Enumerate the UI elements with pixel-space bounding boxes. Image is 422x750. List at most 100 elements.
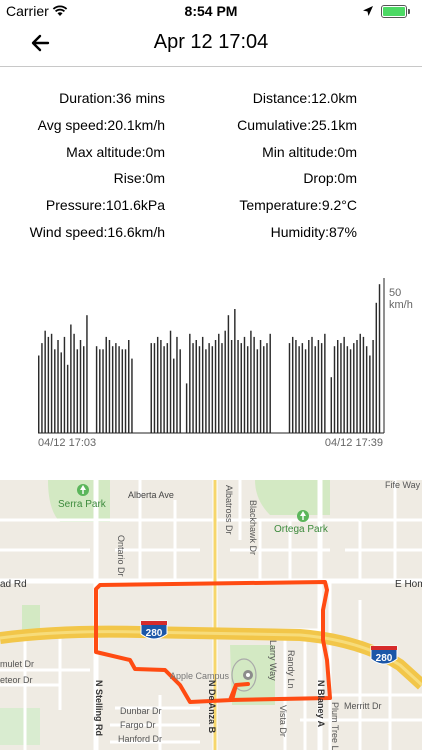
speed-bar	[179, 349, 181, 433]
speed-bar	[150, 343, 152, 433]
speed-bar	[95, 346, 98, 433]
speed-bar	[221, 343, 223, 433]
speed-bar	[365, 346, 368, 433]
speed-bar	[173, 358, 175, 433]
speed-bar	[124, 349, 127, 433]
speed-bar	[356, 340, 358, 433]
speed-bar	[54, 349, 56, 433]
ad-rd-label: ad Rd	[0, 579, 27, 590]
speed-bar	[259, 340, 262, 433]
fife-way-label: Fife Way	[385, 480, 421, 490]
shield-280-label-2: 280	[376, 653, 393, 664]
ortega-park-pin-icon	[297, 510, 309, 522]
speed-bar	[243, 336, 246, 433]
speed-bar	[185, 383, 188, 433]
speed-bar	[102, 349, 104, 433]
stat-temperature: Temperature:9.2°C	[239, 197, 357, 213]
speed-bar	[163, 346, 165, 433]
speed-bar	[66, 364, 69, 433]
speed-bar	[304, 349, 307, 433]
speed-bar	[295, 340, 297, 433]
speed-bar	[320, 343, 323, 433]
speed-bar	[63, 336, 66, 433]
eteor-dr-label: eteor Dr	[0, 675, 33, 685]
status-bar: Carrier 8:54 PM	[0, 0, 422, 22]
speed-bar	[211, 346, 214, 433]
speed-bar	[291, 336, 294, 433]
speed-bar	[86, 315, 88, 433]
fargo-dr-label: Fargo Dr	[120, 720, 156, 730]
stat-drop: Drop:0m	[303, 170, 357, 186]
speed-bar	[333, 346, 336, 433]
navigation-bar: Apr 12 17:04	[0, 22, 422, 67]
alberta-ave-label: Alberta Ave	[128, 490, 174, 500]
speed-bar	[76, 349, 79, 433]
speed-bars	[38, 284, 381, 433]
speed-bar	[192, 343, 194, 433]
speed-bar	[311, 336, 313, 433]
stat-humidity: Humidity:87%	[270, 224, 357, 240]
speed-bar	[301, 343, 304, 433]
apple-campus-label: Apple Campus	[170, 671, 230, 681]
speed-bar	[237, 340, 239, 433]
speed-bar	[340, 343, 342, 433]
speed-bar	[118, 346, 120, 433]
x-start-label: 04/12 17:03	[38, 437, 96, 449]
speed-bar	[317, 340, 320, 433]
speed-bar	[105, 336, 107, 433]
speed-bar	[269, 333, 271, 433]
e-hom-label: E Hom	[395, 579, 422, 590]
speed-bar	[201, 336, 204, 433]
speed-bar	[60, 352, 62, 433]
x-end-label: 04/12 17:39	[325, 437, 383, 449]
route-map[interactable]: 280 280 Serra Park Alberta Ave Albatross…	[0, 480, 422, 750]
blaney-label: N Blaney A	[316, 680, 326, 728]
status-time: 8:54 PM	[184, 3, 238, 19]
speed-bar	[263, 346, 265, 433]
speed-chart-svg: 50 km/h 04/12 17:03 04/12 17:39	[38, 278, 413, 449]
plum-tree-label: Plum Tree L	[330, 702, 340, 750]
speed-bar	[349, 349, 352, 433]
stat-min-altitude: Min altitude:0m	[262, 144, 357, 160]
speed-bar	[298, 346, 300, 433]
y-unit-label: km/h	[389, 299, 413, 311]
larry-way-label: Larry Way	[268, 640, 278, 681]
y-max-label: 50	[389, 287, 401, 299]
speed-bar	[189, 333, 191, 433]
speed-bar	[169, 330, 172, 433]
mulet-dr-label: mulet Dr	[0, 659, 34, 669]
speed-bar	[160, 340, 162, 433]
speed-bar	[288, 343, 291, 433]
interstate-280-shield-icon-2: 280	[370, 645, 398, 665]
speed-bar	[372, 340, 374, 433]
stat-distance: Distance:12.0km	[252, 90, 357, 106]
stat-max-altitude: Max altitude:0m	[66, 144, 165, 160]
speed-bar	[111, 346, 114, 433]
speed-bar	[359, 333, 361, 433]
speed-bar	[256, 349, 259, 433]
speed-bar	[57, 340, 59, 433]
speed-bar	[324, 333, 326, 433]
speed-bar	[108, 340, 111, 433]
ontario-dr-label: Ontario Dr	[116, 535, 126, 577]
stat-avg-speed: Avg speed:20.1km/h	[37, 117, 165, 133]
speed-bar	[47, 336, 50, 433]
speed-bar	[195, 340, 197, 433]
speed-bar	[369, 355, 371, 433]
speed-bar	[250, 330, 252, 433]
speed-bar	[362, 336, 365, 433]
speed-bar	[314, 346, 316, 433]
speed-bar	[378, 284, 381, 433]
speed-bar	[131, 358, 133, 433]
speed-bar	[343, 336, 345, 433]
speed-bar	[44, 330, 46, 433]
speed-bar	[253, 336, 255, 433]
map-svg: 280 280 Serra Park Alberta Ave Albatross…	[0, 480, 422, 750]
stelling-rd-label: N Stelling Rd	[94, 680, 104, 736]
speed-bar	[176, 336, 178, 433]
vista-dr-label: Vista Dr	[278, 705, 288, 737]
apple-campus-pin-icon	[243, 670, 253, 680]
speed-bar	[234, 309, 236, 433]
stat-pressure: Pressure:101.6kPa	[45, 197, 165, 213]
speed-bar	[83, 346, 85, 433]
